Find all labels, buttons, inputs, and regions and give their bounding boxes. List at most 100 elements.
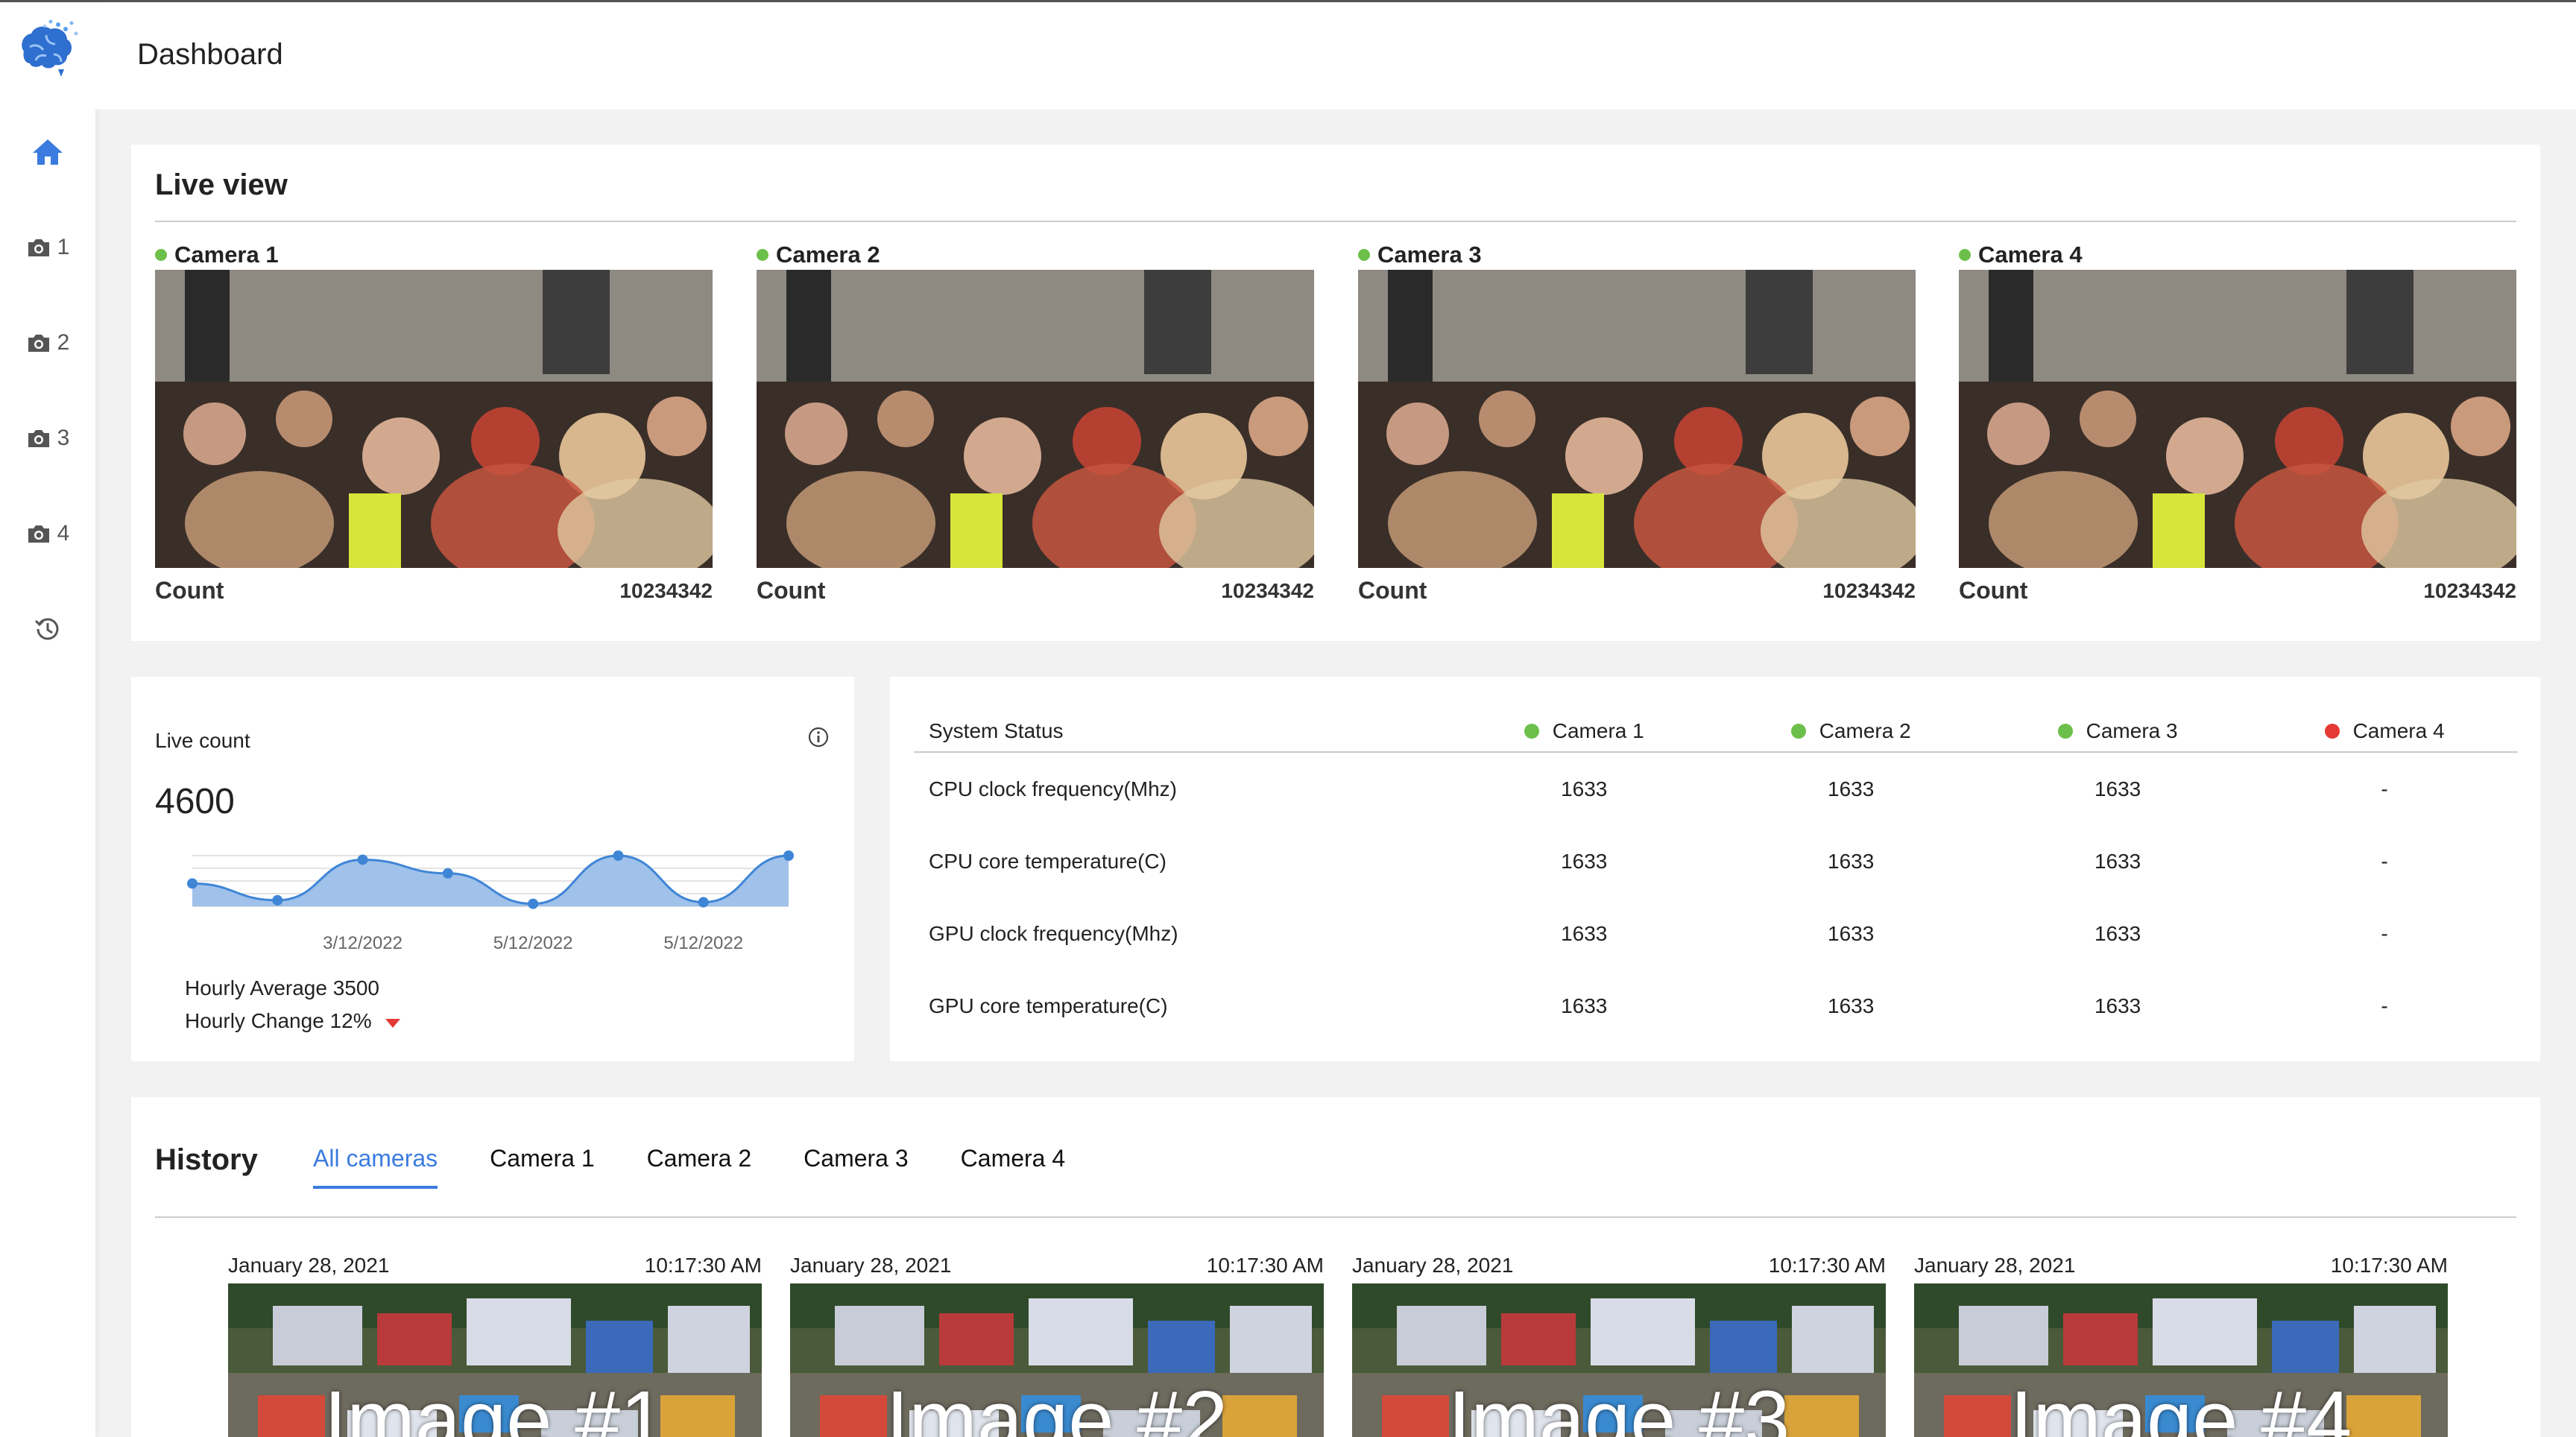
tab-camera-4[interactable]: Camera 4 bbox=[961, 1145, 1066, 1189]
hourly-change-text: Hourly Change 12% bbox=[185, 1009, 372, 1032]
live-count-panel: Live count 4600 3/12/2022 5/12/2022 5/12/2… bbox=[131, 677, 854, 1061]
status-dot bbox=[757, 249, 768, 261]
table-cell: 1633 bbox=[1828, 849, 1875, 873]
status-dot bbox=[2057, 724, 2073, 739]
count-label: Count bbox=[1358, 577, 1427, 604]
status-dot bbox=[155, 249, 167, 261]
data-point[interactable] bbox=[613, 850, 624, 861]
sidebar-item-home[interactable] bbox=[0, 126, 95, 178]
camera-feed-image[interactable] bbox=[155, 270, 713, 568]
table-cell: - bbox=[2381, 994, 2388, 1017]
sidebar-item-label: 4 bbox=[57, 521, 70, 546]
sidebar-item-camera-4[interactable]: 4 bbox=[0, 508, 95, 560]
camera-card-1[interactable]: Camera 1 Count 10234342 bbox=[155, 241, 713, 604]
column-label: Camera 4 bbox=[2352, 719, 2445, 742]
page-title: Dashboard bbox=[137, 38, 283, 71]
camera-icon bbox=[26, 523, 51, 544]
system-status-panel: System Status Camera 1 Camera 2 Camera 3… bbox=[890, 677, 2540, 1061]
camera-card-2[interactable]: Camera 2 Count 10234342 bbox=[757, 241, 1314, 604]
history-tabs: All cameras Camera 1 Camera 2 Camera 3 C… bbox=[313, 1145, 1117, 1189]
tab-all-cameras[interactable]: All cameras bbox=[313, 1145, 438, 1189]
live-count-value: 4600 bbox=[155, 782, 235, 821]
history-item-2[interactable]: January 28, 2021 10:17:30 AM Image #2 bbox=[790, 1252, 1324, 1437]
camera-name: Camera 2 bbox=[776, 241, 880, 268]
table-cell: 1633 bbox=[2094, 921, 2141, 945]
status-dot bbox=[1790, 724, 1806, 739]
sidebar-item-camera-2[interactable]: 2 bbox=[0, 317, 95, 369]
table-cell: - bbox=[2381, 777, 2388, 800]
camera-name: Camera 1 bbox=[174, 241, 279, 268]
camera-feed-image[interactable] bbox=[757, 270, 1314, 568]
data-point[interactable] bbox=[187, 878, 198, 889]
data-point[interactable] bbox=[442, 868, 453, 879]
camera-card-3[interactable]: Camera 3 Count 10234342 bbox=[1358, 241, 1916, 604]
column-label: Camera 1 bbox=[1552, 719, 1644, 742]
history-item-1[interactable]: January 28, 2021 10:17:30 AM Image #1 bbox=[228, 1252, 762, 1437]
table-cell: 1633 bbox=[1828, 994, 1875, 1017]
table-cell: 1633 bbox=[1828, 777, 1875, 800]
column-header: System Status bbox=[929, 719, 1064, 742]
count-value: 10234342 bbox=[619, 578, 713, 602]
history-date: January 28, 2021 bbox=[1914, 1254, 2076, 1277]
sidebar-item-camera-3[interactable]: 3 bbox=[0, 412, 95, 464]
brain-logo-icon[interactable] bbox=[13, 17, 80, 80]
status-dot bbox=[1358, 249, 1370, 261]
live-count-chart: 3/12/2022 5/12/2022 5/12/2022 bbox=[187, 850, 794, 953]
live-count-label: Live count bbox=[155, 729, 250, 752]
history-icon bbox=[34, 616, 61, 642]
table-cell: 1633 bbox=[1828, 921, 1875, 945]
sidebar-item-history[interactable] bbox=[0, 603, 95, 655]
column-header-camera-2: Camera 2 bbox=[1717, 719, 1984, 743]
history-date: January 28, 2021 bbox=[790, 1254, 952, 1277]
table-cell: 1633 bbox=[1561, 777, 1608, 800]
count-value: 10234342 bbox=[1822, 578, 1916, 602]
image-caption: Image #3 bbox=[1448, 1374, 1790, 1437]
divider bbox=[155, 1216, 2516, 1218]
x-tick-label: 3/12/2022 bbox=[323, 933, 402, 953]
data-point[interactable] bbox=[783, 850, 794, 861]
home-icon bbox=[31, 137, 64, 167]
tab-camera-2[interactable]: Camera 2 bbox=[647, 1145, 752, 1189]
history-image[interactable]: Image #1 bbox=[228, 1283, 762, 1437]
table-cell: 1633 bbox=[2094, 994, 2141, 1017]
tab-camera-1[interactable]: Camera 1 bbox=[490, 1145, 595, 1189]
data-point[interactable] bbox=[698, 897, 709, 908]
count-value: 10234342 bbox=[1221, 578, 1314, 602]
sidebar-item-camera-1[interactable]: 1 bbox=[0, 221, 95, 274]
column-header-camera-1: Camera 1 bbox=[1450, 719, 1717, 743]
column-label: Camera 3 bbox=[2086, 719, 2178, 742]
history-time: 10:17:30 AM bbox=[1206, 1254, 1324, 1277]
table-cell: 1633 bbox=[1561, 994, 1608, 1017]
camera-feed-image[interactable] bbox=[1959, 270, 2516, 568]
history-item-4[interactable]: January 28, 2021 10:17:30 AM Image #4 bbox=[1914, 1252, 2448, 1437]
camera-feed-image[interactable] bbox=[1358, 270, 1916, 568]
caret-down-icon bbox=[385, 1009, 400, 1033]
info-icon[interactable] bbox=[807, 726, 830, 752]
camera-name: Camera 4 bbox=[1978, 241, 2083, 268]
history-panel: History All cameras Camera 1 Camera 2 Ca… bbox=[131, 1097, 2540, 1437]
table-row: GPU core temperature(C) 1633 1633 1633 - bbox=[914, 970, 2518, 1042]
table-row: CPU core temperature(C) 1633 1633 1633 - bbox=[914, 825, 2518, 897]
camera-icon bbox=[26, 332, 51, 353]
metric-name: CPU clock frequency(Mhz) bbox=[929, 777, 1177, 800]
data-point[interactable] bbox=[528, 898, 539, 909]
system-status-table: System Status Camera 1 Camera 2 Camera 3… bbox=[914, 711, 2518, 1042]
history-image[interactable]: Image #4 bbox=[1914, 1283, 2448, 1437]
history-image[interactable]: Image #2 bbox=[790, 1283, 1324, 1437]
column-header-camera-3: Camera 3 bbox=[1984, 719, 2251, 743]
camera-card-4[interactable]: Camera 4 Count 10234342 bbox=[1959, 241, 2516, 604]
image-caption: Image #2 bbox=[886, 1374, 1228, 1437]
history-item-3[interactable]: January 28, 2021 10:17:30 AM Image #3 bbox=[1352, 1252, 1886, 1437]
count-value: 10234342 bbox=[2423, 578, 2516, 602]
data-point[interactable] bbox=[357, 854, 368, 865]
history-image[interactable]: Image #3 bbox=[1352, 1283, 1886, 1437]
table-header: System Status Camera 1 Camera 2 Camera 3… bbox=[914, 711, 2518, 753]
count-label: Count bbox=[757, 577, 826, 604]
table-cell: 1633 bbox=[1561, 849, 1608, 873]
tab-camera-3[interactable]: Camera 3 bbox=[804, 1145, 909, 1189]
table-cell: - bbox=[2381, 921, 2388, 945]
column-header-camera-4: Camera 4 bbox=[2251, 719, 2518, 743]
camera-icon bbox=[26, 237, 51, 258]
data-point[interactable] bbox=[272, 894, 283, 906]
hourly-average: Hourly Average 3500 bbox=[185, 976, 379, 999]
